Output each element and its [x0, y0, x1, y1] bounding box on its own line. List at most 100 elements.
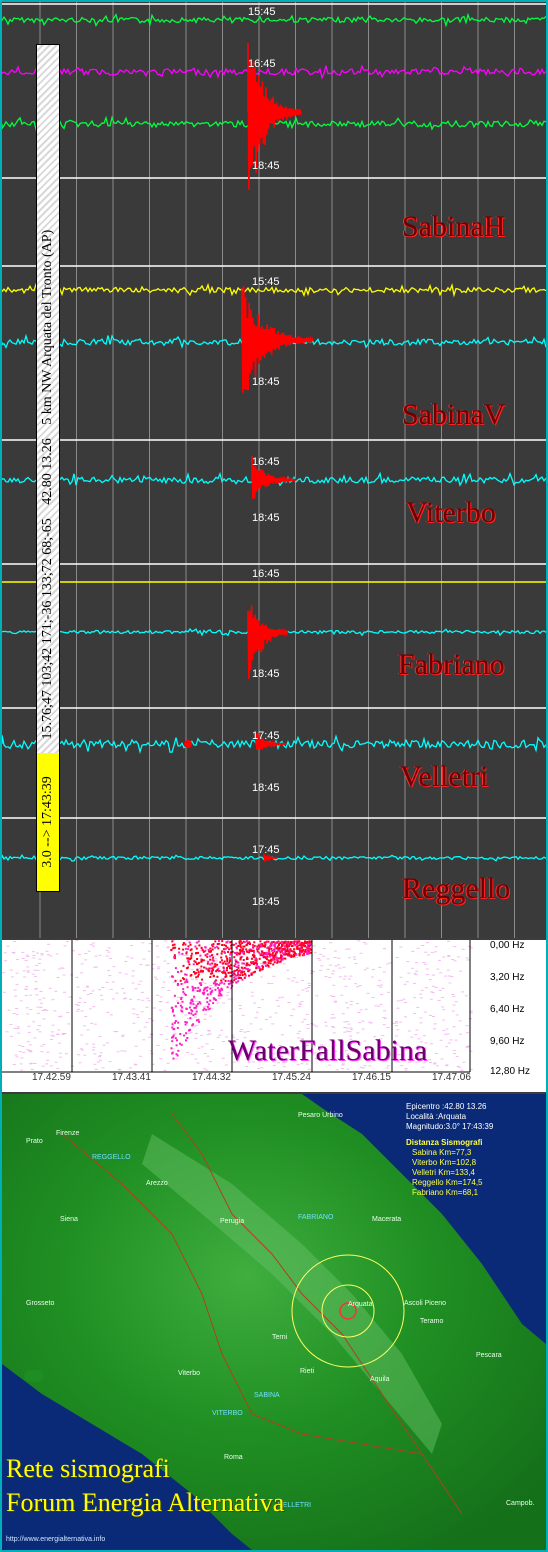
spectral-cell — [206, 1034, 210, 1036]
spectral-cell — [211, 987, 215, 989]
spectral-cell — [187, 966, 189, 969]
spectral-cell — [240, 971, 243, 974]
spectral-cell — [36, 1029, 40, 1031]
spectral-cell — [399, 1021, 403, 1023]
spectral-cell — [266, 940, 269, 943]
spectral-cell — [274, 941, 277, 944]
spectral-cell — [190, 1012, 193, 1015]
spectral-cell — [203, 966, 206, 969]
spectral-cell — [216, 969, 219, 971]
spectral-cell — [466, 1032, 469, 1034]
spectral-cell — [7, 1009, 11, 1011]
footer-url-link[interactable]: http://www.energialternativa.info — [6, 1536, 105, 1543]
spectral-cell — [269, 955, 272, 958]
spectral-cell — [444, 1033, 448, 1035]
spectral-cell — [319, 969, 323, 971]
spectral-cell — [448, 1042, 451, 1044]
spectral-cell — [298, 1030, 302, 1032]
spectral-cell — [147, 1000, 151, 1002]
spectral-cell — [431, 985, 435, 987]
spectral-cell — [212, 1002, 215, 1005]
spectral-cell — [18, 1051, 22, 1053]
spectral-cell — [411, 967, 415, 969]
spectral-cell — [301, 980, 305, 981]
spectral-cell — [227, 980, 230, 982]
spectral-cell — [425, 968, 429, 970]
spectral-cell — [271, 949, 274, 952]
spectral-cell — [253, 1002, 257, 1004]
spectral-cell — [228, 965, 231, 968]
spectral-cell — [217, 998, 221, 1000]
spectral-cell — [89, 993, 93, 994]
spectral-cell — [75, 1004, 79, 1005]
city-label: Arezzo — [146, 1180, 168, 1187]
spectral-cell — [246, 957, 249, 960]
epicenter-location: 5 km NW Arquata del Tronto (AP) — [40, 229, 55, 425]
spectral-cell — [259, 1028, 263, 1030]
spectral-cell — [75, 976, 79, 978]
spectral-cell — [180, 1043, 183, 1046]
spectral-cell — [5, 1031, 9, 1033]
spectral-cell — [302, 944, 305, 947]
waterfall-time-label: 17.45.24 — [272, 1072, 311, 1083]
spectral-cell — [192, 963, 195, 966]
spectral-cell — [282, 957, 284, 960]
spectral-cell — [183, 992, 186, 995]
spectral-cell — [238, 1008, 242, 1010]
spectral-cell — [462, 1061, 466, 1063]
spectral-cell — [419, 1022, 423, 1024]
spectral-cell — [171, 940, 174, 943]
spectral-cell — [227, 998, 231, 1000]
spectral-cell — [200, 969, 203, 972]
spectral-cell — [208, 1007, 211, 1010]
spectral-cell — [342, 966, 346, 968]
spectral-cell — [10, 976, 14, 978]
spectral-cell — [180, 983, 183, 985]
spectral-cell — [315, 995, 319, 997]
spectral-cell — [403, 1002, 407, 1003]
spectral-cell — [282, 948, 285, 950]
spectral-cell — [83, 1002, 87, 1003]
spectral-cell — [174, 1037, 177, 1040]
spectral-cell — [37, 962, 41, 964]
spectral-cell — [270, 958, 273, 961]
spectral-cell — [332, 1027, 336, 1029]
spectral-cell — [270, 983, 274, 985]
spectral-cell — [241, 1014, 245, 1016]
spectral-cell — [235, 952, 238, 954]
spectral-cell — [180, 996, 183, 999]
spectral-cell — [86, 994, 90, 996]
spectral-cell — [38, 999, 42, 1001]
time-label: 16:45 — [252, 568, 280, 580]
spectral-cell — [298, 1004, 302, 1006]
spectral-cell — [436, 968, 440, 970]
spectral-cell — [210, 1007, 214, 1009]
spectral-cell — [21, 958, 25, 959]
spectral-cell — [122, 998, 126, 1000]
spectral-cell — [79, 1048, 83, 1050]
spectral-cell — [399, 946, 403, 948]
spectral-cell — [461, 948, 465, 950]
spectral-cell — [58, 1052, 62, 1054]
spectral-cell — [109, 1014, 113, 1016]
spectral-cell — [201, 949, 204, 952]
spectral-cell — [266, 955, 269, 958]
spectral-cell — [249, 1023, 253, 1025]
spectral-cell — [138, 1030, 142, 1032]
spectral-cell — [77, 1002, 81, 1003]
spectral-cell — [184, 1014, 188, 1016]
spectral-cell — [109, 958, 113, 959]
spectral-cell — [289, 954, 292, 957]
spectral-cell — [123, 992, 126, 994]
spectral-cell — [101, 987, 105, 988]
spectral-cell — [453, 946, 457, 948]
spectral-cell — [142, 1039, 146, 1041]
spectral-cell — [49, 1039, 53, 1040]
spectral-cell — [195, 1032, 198, 1034]
spectral-cell — [172, 1057, 175, 1060]
spectral-cell — [326, 958, 330, 960]
spectral-cell — [200, 965, 203, 968]
frequency-label: 9,60 Hz — [490, 1036, 525, 1047]
spectral-cell — [63, 945, 67, 947]
time-label: 18:45 — [252, 376, 280, 388]
